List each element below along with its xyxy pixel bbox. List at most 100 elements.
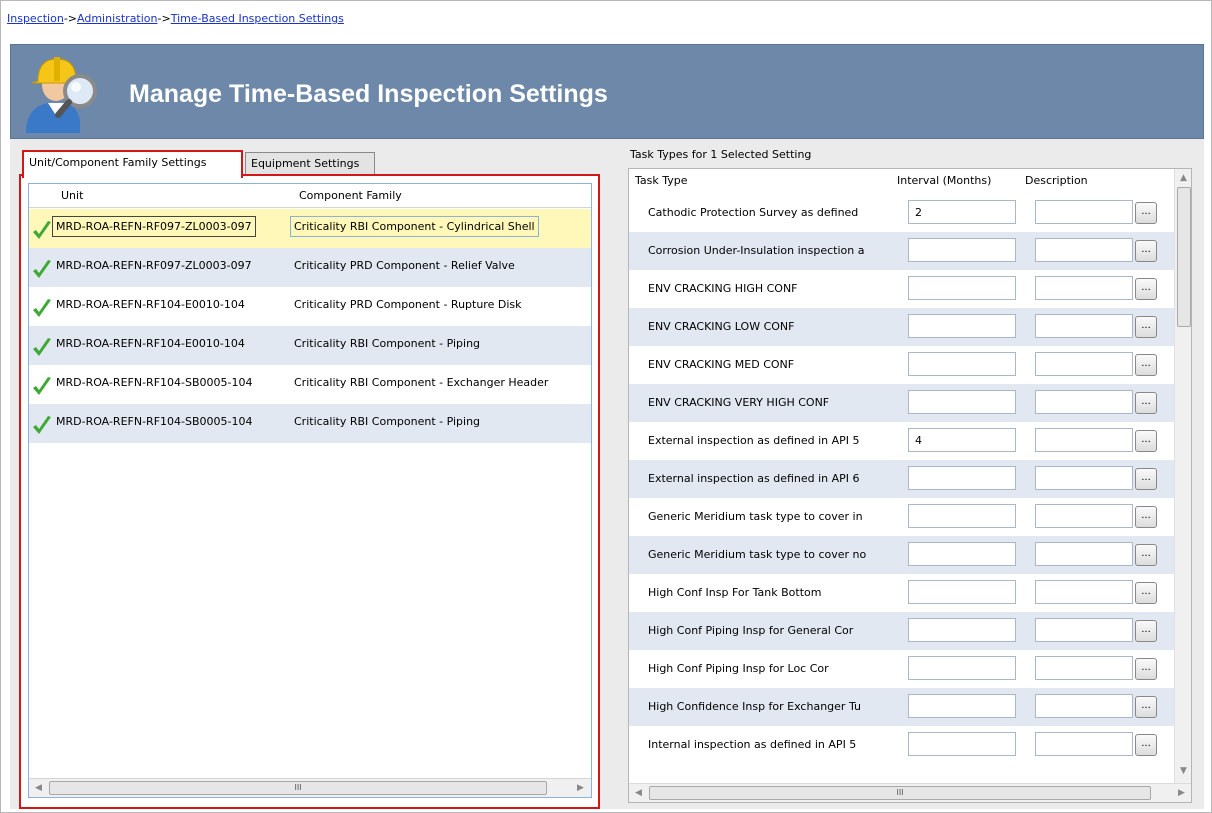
interval-input[interactable]	[908, 466, 1016, 490]
interval-input[interactable]	[908, 732, 1016, 756]
scrollbar-thumb[interactable]: III	[49, 781, 547, 795]
ellipsis-button[interactable]: ...	[1135, 582, 1157, 604]
page-header: Manage Time-Based Inspection Settings	[10, 44, 1204, 139]
task-types-title: Task Types for 1 Selected Setting	[630, 148, 812, 161]
ellipsis-button[interactable]: ...	[1135, 544, 1157, 566]
description-input[interactable]	[1035, 276, 1133, 300]
table-row[interactable]: MRD-ROA-REFN-RF104-E0010-104 Criticality …	[29, 326, 591, 365]
interval-input[interactable]	[908, 352, 1016, 376]
table-row[interactable]: ENV CRACKING MED CONF...	[629, 346, 1174, 384]
page-title: Manage Time-Based Inspection Settings	[129, 80, 608, 108]
description-input[interactable]	[1035, 694, 1133, 718]
interval-input[interactable]: 2	[908, 200, 1016, 224]
description-input[interactable]	[1035, 732, 1133, 756]
interval-input[interactable]	[908, 390, 1016, 414]
scroll-right-icon[interactable]: ▶	[1173, 785, 1190, 802]
interval-input[interactable]	[908, 618, 1016, 642]
table-row[interactable]: MRD-ROA-REFN-RF097-ZL0003-097 Criticality…	[29, 209, 591, 248]
ellipsis-button[interactable]: ...	[1135, 430, 1157, 452]
breadcrumb: Inspection->Administration->Time-Based I…	[7, 12, 344, 25]
scroll-up-icon[interactable]: ▲	[1175, 170, 1191, 187]
table-row[interactable]: MRD-ROA-REFN-RF104-E0010-104 Criticality …	[29, 287, 591, 326]
ellipsis-button[interactable]: ...	[1135, 316, 1157, 338]
scrollbar-thumb[interactable]	[1177, 187, 1191, 327]
cell-unit: MRD-ROA-REFN-RF097-ZL0003-097	[52, 216, 256, 237]
description-input[interactable]	[1035, 656, 1133, 680]
ellipsis-button[interactable]: ...	[1135, 696, 1157, 718]
table-row[interactable]: High Conf Piping Insp for General Cor...	[629, 612, 1174, 650]
interval-input[interactable]	[908, 238, 1016, 262]
ellipsis-button[interactable]: ...	[1135, 240, 1157, 262]
ellipsis-button[interactable]: ...	[1135, 734, 1157, 756]
description-input[interactable]	[1035, 238, 1133, 262]
vertical-scrollbar[interactable]: ▲ ▼	[1174, 169, 1191, 783]
interval-input[interactable]	[908, 694, 1016, 718]
description-input[interactable]	[1035, 428, 1133, 452]
interval-input[interactable]	[908, 276, 1016, 300]
horizontal-scrollbar[interactable]: ◀ III ▶	[629, 783, 1191, 802]
column-header-task-type[interactable]: Task Type	[635, 174, 688, 187]
horizontal-scrollbar[interactable]: ◀ III ▶	[29, 778, 591, 797]
description-input[interactable]	[1035, 504, 1133, 528]
scroll-down-icon[interactable]: ▼	[1175, 763, 1191, 780]
description-input[interactable]	[1035, 314, 1133, 338]
breadcrumb-time-based-settings[interactable]: Time-Based Inspection Settings	[171, 12, 344, 25]
table-row[interactable]: ENV CRACKING HIGH CONF...	[629, 270, 1174, 308]
checkmark-icon	[33, 377, 51, 395]
ellipsis-button[interactable]: ...	[1135, 392, 1157, 414]
table-row[interactable]: Generic Meridium task type to cover no..…	[629, 536, 1174, 574]
cell-component-family: Criticality RBI Component - Piping	[294, 337, 481, 350]
description-input[interactable]	[1035, 352, 1133, 376]
table-row[interactable]: MRD-ROA-REFN-RF097-ZL0003-097 Criticality…	[29, 248, 591, 287]
column-header-description[interactable]: Description	[1025, 174, 1088, 187]
tab-unit-component-family-settings[interactable]: Unit/Component Family Settings	[22, 150, 243, 178]
tab-equipment-settings[interactable]: Equipment Settings	[245, 152, 375, 176]
interval-input[interactable]: 4	[908, 428, 1016, 452]
table-row[interactable]: External inspection as defined in API 6.…	[629, 460, 1174, 498]
scroll-left-icon[interactable]: ◀	[30, 780, 47, 797]
scroll-right-icon[interactable]: ▶	[572, 780, 589, 797]
table-row[interactable]: MRD-ROA-REFN-RF104-SB0005-104 Criticality…	[29, 404, 591, 443]
table-row[interactable]: Generic Meridium task type to cover in..…	[629, 498, 1174, 536]
column-header-unit[interactable]: Unit	[61, 189, 83, 202]
interval-input[interactable]	[908, 580, 1016, 604]
table-row[interactable]: ENV CRACKING LOW CONF...	[629, 308, 1174, 346]
table-row[interactable]: MRD-ROA-REFN-RF104-SB0005-104 Criticality…	[29, 365, 591, 404]
interval-input[interactable]	[908, 314, 1016, 338]
scrollbar-thumb[interactable]: III	[649, 786, 1151, 800]
breadcrumb-administration[interactable]: Administration	[77, 12, 158, 25]
ellipsis-button[interactable]: ...	[1135, 354, 1157, 376]
ellipsis-button[interactable]: ...	[1135, 202, 1157, 224]
column-header-interval[interactable]: Interval (Months)	[897, 174, 991, 187]
breadcrumb-inspection[interactable]: Inspection	[7, 12, 64, 25]
ellipsis-button[interactable]: ...	[1135, 658, 1157, 680]
description-input[interactable]	[1035, 542, 1133, 566]
description-input[interactable]	[1035, 390, 1133, 414]
table-row[interactable]: High Confidence Insp for Exchanger Tu...	[629, 688, 1174, 726]
cell-component-family: Criticality PRD Component - Rupture Disk	[294, 298, 522, 311]
ellipsis-button[interactable]: ...	[1135, 278, 1157, 300]
ellipsis-button[interactable]: ...	[1135, 620, 1157, 642]
ellipsis-button[interactable]: ...	[1135, 506, 1157, 528]
ellipsis-button[interactable]: ...	[1135, 468, 1157, 490]
description-input[interactable]	[1035, 200, 1133, 224]
interval-input[interactable]	[908, 504, 1016, 528]
table-row[interactable]: High Conf Piping Insp for Loc Cor...	[629, 650, 1174, 688]
table-row[interactable]: External inspection as defined in API 5 4…	[629, 422, 1174, 460]
table-row[interactable]: High Conf Insp For Tank Bottom...	[629, 574, 1174, 612]
table-row[interactable]: Internal inspection as defined in API 5.…	[629, 726, 1174, 764]
table-row[interactable]: Corrosion Under-Insulation inspection a.…	[629, 232, 1174, 270]
scroll-left-icon[interactable]: ◀	[630, 785, 647, 802]
cell-task-type: ENV CRACKING MED CONF	[648, 358, 795, 371]
table-row[interactable]: Cathodic Protection Survey as defined 2..…	[629, 194, 1174, 232]
interval-input[interactable]	[908, 656, 1016, 680]
description-input[interactable]	[1035, 580, 1133, 604]
cell-unit: MRD-ROA-REFN-RF104-E0010-104	[56, 298, 245, 311]
description-input[interactable]	[1035, 618, 1133, 642]
cell-task-type: ENV CRACKING VERY HIGH CONF	[648, 396, 830, 409]
table-row[interactable]: ENV CRACKING VERY HIGH CONF...	[629, 384, 1174, 422]
column-header-component-family[interactable]: Component Family	[299, 189, 402, 202]
description-input[interactable]	[1035, 466, 1133, 490]
interval-input[interactable]	[908, 542, 1016, 566]
grid-header: Task Type Interval (Months) Description	[629, 169, 1174, 193]
